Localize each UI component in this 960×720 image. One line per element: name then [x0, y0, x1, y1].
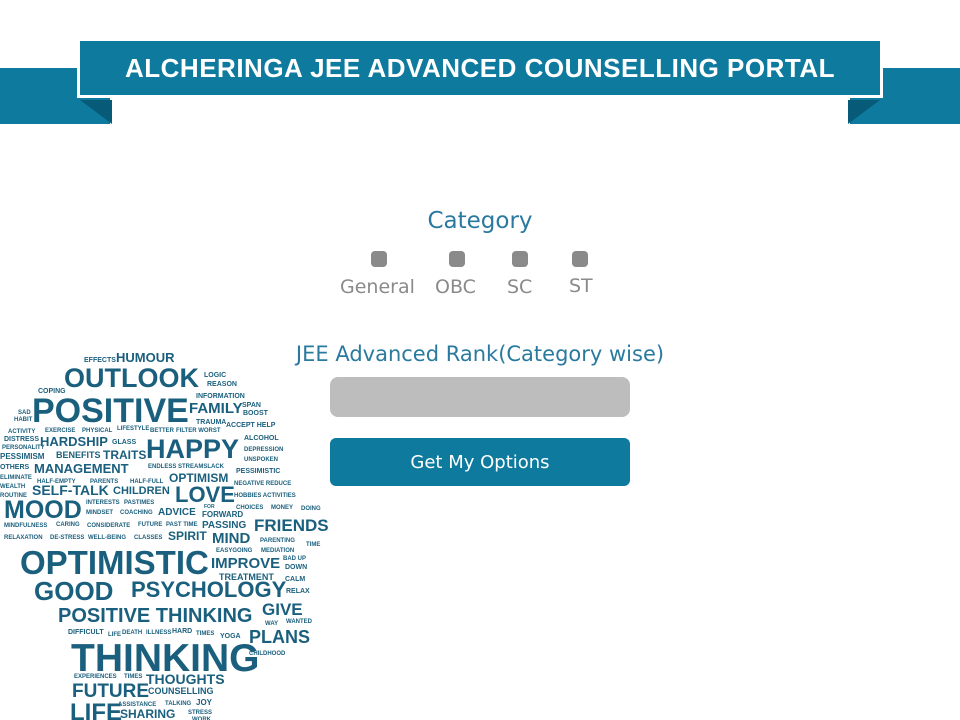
word-cloud-word: TIME	[306, 542, 320, 548]
word-cloud-word: RELAX	[286, 588, 310, 595]
word-cloud-word: HOBBIES ACTIVITIES	[234, 493, 296, 499]
word-cloud-word: PARENTING	[260, 538, 295, 544]
category-option-st[interactable]: ST	[569, 275, 593, 297]
page-title: ALCHERINGA JEE ADVANCED COUNSELLING PORT…	[124, 52, 836, 83]
word-cloud-word: MOOD	[4, 496, 82, 524]
word-cloud-word: IMPROVE	[211, 555, 280, 572]
radio-st[interactable]	[572, 251, 588, 267]
word-cloud-word: WANTED	[286, 619, 313, 625]
word-cloud-word: DEPRESSION	[244, 447, 283, 453]
word-cloud-word: UNSPOKEN	[244, 457, 278, 463]
word-cloud-word: HAPPY	[146, 434, 239, 464]
category-option-general[interactable]: General	[340, 276, 415, 298]
word-cloud-word: SAD	[18, 410, 31, 416]
word-cloud-word: CARING	[56, 522, 80, 528]
get-options-button[interactable]: Get My Options	[330, 438, 630, 486]
word-cloud-word: TRAITS	[103, 448, 146, 462]
word-cloud-word: DEATH	[122, 630, 142, 636]
word-cloud-word: HABIT	[14, 417, 33, 423]
word-cloud-word: ELIMINATE	[0, 475, 32, 481]
banner-fold-left	[80, 100, 112, 124]
word-cloud-word: PERSONALITY	[2, 445, 45, 451]
category-label: Category	[427, 208, 533, 234]
word-cloud-word: THOUGHTS	[146, 671, 225, 687]
word-cloud-word: TIMES	[124, 674, 142, 680]
word-cloud-word: MONEY	[271, 505, 293, 511]
word-cloud-word: ENDLESS STREAMSLACK	[148, 464, 225, 470]
word-cloud-word: MINDFULNESS	[4, 523, 47, 529]
word-cloud-word: LIFE	[70, 699, 122, 720]
word-cloud-word: POSITIVE	[32, 392, 189, 430]
word-cloud-word: DOING	[301, 506, 321, 512]
word-cloud-word: JOY	[196, 698, 213, 707]
word-cloud-word: FRIENDS	[254, 516, 329, 535]
word-cloud-word: DOWN	[285, 564, 307, 571]
word-cloud-word: COACHING	[120, 510, 153, 516]
header-banner: ALCHERINGA JEE ADVANCED COUNSELLING PORT…	[77, 38, 883, 98]
category-option-sc[interactable]: SC	[507, 276, 532, 298]
word-cloud-word: GOOD	[34, 576, 113, 606]
word-cloud-word: FORWARD	[202, 510, 243, 519]
word-cloud-word: INFORMATION	[196, 393, 245, 400]
word-cloud-word: PSYCHOLOGY	[131, 577, 287, 602]
word-cloud-word: SHARING	[120, 707, 175, 720]
word-cloud-word: CLASSES	[134, 535, 162, 541]
word-cloud-word: ACCEPT HELP	[226, 422, 276, 429]
word-cloud-word: LIFESTYLE	[117, 426, 149, 432]
word-cloud-word: GIVE	[262, 600, 303, 619]
word-cloud-word: MIND	[212, 530, 250, 547]
word-cloud-word: CONSIDERATE	[87, 523, 130, 529]
word-cloud-word: CALM	[285, 576, 305, 583]
word-cloud-word: WELL-BEING	[88, 535, 126, 541]
word-cloud-word: COUNSELLING	[148, 686, 214, 696]
word-cloud-word: MANAGEMENT	[34, 461, 129, 476]
word-cloud-word: PESSIMISM	[0, 452, 45, 461]
word-cloud-word: MINDSET	[86, 510, 113, 516]
word-cloud-word: CHILDREN	[113, 485, 170, 497]
word-cloud-word: ALCOHOL	[244, 435, 279, 442]
word-cloud-word: REASON	[207, 381, 237, 388]
radio-sc[interactable]	[512, 251, 528, 267]
word-cloud-word: GLASS	[112, 439, 136, 446]
word-cloud-word: INTERESTS	[86, 500, 120, 506]
word-cloud-word: BOOST	[243, 410, 269, 417]
word-cloud-head-image: EFFECTS HUMOUR OUTLOOK LOGIC COPING REAS…	[0, 350, 329, 720]
word-cloud-word: HARD	[172, 628, 192, 635]
word-cloud-word: EASYGOING	[216, 548, 253, 554]
rank-input[interactable]	[330, 377, 630, 417]
word-cloud-word: NEGATIVE REDUCE	[234, 481, 291, 487]
banner-fold-right	[848, 100, 880, 124]
word-cloud-word: SPAN	[242, 402, 261, 409]
word-cloud-word: LOGIC	[204, 372, 226, 379]
word-cloud-word: HARDSHIP	[40, 434, 108, 449]
radio-general[interactable]	[371, 251, 387, 267]
word-cloud-word: ILLNESS	[146, 630, 171, 636]
radio-obc[interactable]	[449, 251, 465, 267]
word-cloud-word: PESSIMISTIC	[236, 468, 280, 475]
word-cloud-word: OTHERS	[0, 464, 30, 471]
word-cloud-word: DISTRESS	[4, 436, 39, 443]
word-cloud-word: OUTLOOK	[64, 363, 199, 393]
word-cloud-word: STRESS	[188, 710, 212, 716]
word-cloud-word: BAD UP	[283, 556, 306, 562]
word-cloud-word: FAMILY	[189, 400, 243, 417]
word-cloud-word: MEDIATION	[261, 548, 294, 554]
word-cloud-word: WEALTH	[0, 484, 25, 490]
word-cloud-word: POSITIVE THINKING	[58, 605, 252, 627]
word-cloud-word: PAST TIME	[166, 522, 198, 528]
word-cloud-word: PASTIMES	[124, 500, 154, 506]
word-cloud-word: BENEFITS	[56, 450, 101, 460]
word-cloud-word: CHILDHOOD	[249, 651, 286, 657]
word-cloud-word: TRAUMA	[196, 419, 226, 426]
word-cloud-word: DIFFICULT	[68, 629, 104, 636]
word-cloud-word: SPIRIT	[168, 529, 207, 543]
category-option-obc[interactable]: OBC	[435, 276, 476, 298]
word-cloud-word: RELAXATION	[4, 535, 43, 541]
word-cloud-word: DE-STRESS	[50, 535, 84, 541]
word-cloud-word: EXPERIENCES	[74, 674, 117, 680]
word-cloud-word: ACTIVITY	[8, 429, 35, 435]
word-cloud-word: FUTURE	[138, 522, 162, 528]
word-cloud-word: ADVICE	[158, 507, 196, 518]
